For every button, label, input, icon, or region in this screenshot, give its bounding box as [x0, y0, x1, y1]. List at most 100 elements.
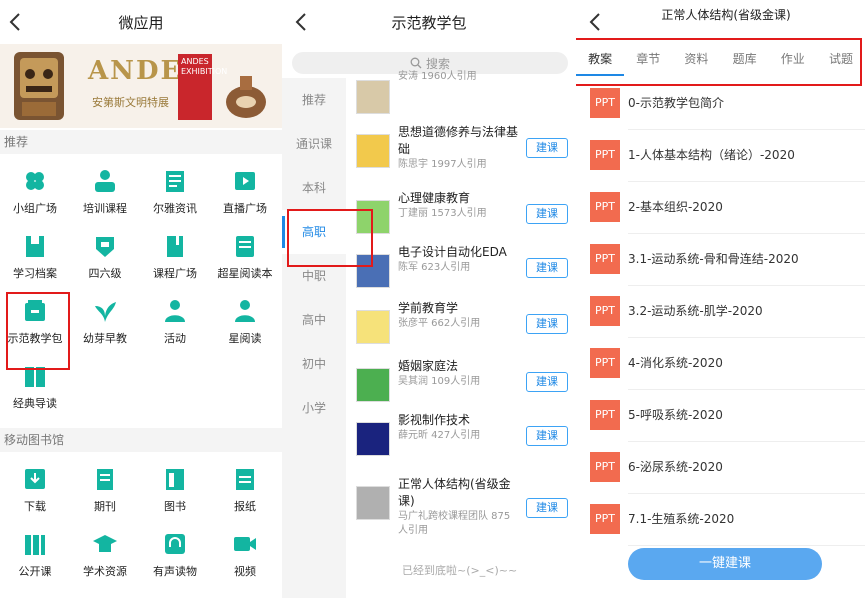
- category-item[interactable]: 高中: [282, 298, 346, 342]
- file-row[interactable]: PPT 3.2-运动系统-肌学-2020: [576, 286, 865, 338]
- reader-icon: [232, 233, 258, 259]
- app-sprout[interactable]: 幼芽早教: [70, 298, 140, 354]
- file-row[interactable]: PPT 6-泌尿系统-2020: [576, 442, 865, 494]
- app-news[interactable]: 尔雅资讯: [140, 168, 210, 224]
- course-meta: 吴其润 109人引用: [398, 376, 481, 387]
- app-label: 经典导读: [13, 397, 57, 410]
- sprout-icon: [92, 298, 118, 324]
- course-item[interactable]: 正常人体结构(省级金课) 马广礼跨校课程团队 875人引用 建课: [356, 476, 576, 536]
- file-name: 6-泌尿系统-2020: [628, 460, 723, 474]
- tab-item[interactable]: 作业: [769, 44, 817, 76]
- course-item[interactable]: 电子设计自动化EDA 陈军 623人引用 建课: [356, 244, 576, 300]
- teaching-package-panel: 示范教学包 搜索 推荐 通识课 本科 高职 中职 高中 初中 小学 安涛 1960人引用 思想道…: [282, 0, 576, 598]
- app-label: 公开课: [18, 565, 52, 578]
- app-reader[interactable]: 超星阅读本: [210, 233, 280, 289]
- app-label: 图书: [164, 500, 186, 513]
- app-label: 报纸: [234, 500, 256, 513]
- create-course-button[interactable]: 建课: [526, 258, 568, 278]
- teaching-package-header: 示范教学包: [282, 0, 576, 44]
- mask-image-icon: [14, 52, 64, 120]
- app-newspaper[interactable]: 报纸: [210, 466, 280, 522]
- file-name: 7.1-生殖系统-2020: [628, 512, 735, 526]
- app-label: 期刊: [94, 500, 116, 513]
- course-item[interactable]: 思想道德修养与法律基础 陈思宇 1997人引用 建课: [356, 124, 576, 180]
- app-book[interactable]: 课程广场: [140, 233, 210, 289]
- exhibition-banner[interactable]: ANDES 安第斯文明特展 ANDES EXHIBITION: [0, 44, 282, 128]
- play-icon: [232, 168, 258, 194]
- file-row[interactable]: PPT 2-基本组织-2020: [576, 182, 865, 234]
- app-books[interactable]: 图书: [140, 466, 210, 522]
- news-icon: [162, 168, 188, 194]
- ppt-icon: PPT: [590, 452, 620, 482]
- one-click-create-button[interactable]: 一键建课: [628, 548, 822, 580]
- app-people[interactable]: 活动: [140, 298, 210, 354]
- category-item[interactable]: 推荐: [282, 78, 346, 122]
- file-row[interactable]: PPT 4-消化系统-2020: [576, 338, 865, 390]
- create-course-button[interactable]: 建课: [526, 498, 568, 518]
- course-item[interactable]: 婚姻家庭法 吴其润 109人引用 建课: [356, 358, 576, 414]
- app-star-reading[interactable]: 星阅读: [210, 298, 280, 354]
- create-course-button[interactable]: 建课: [526, 426, 568, 446]
- create-course-button[interactable]: 建课: [526, 204, 568, 224]
- category-item[interactable]: 高职: [282, 210, 346, 254]
- file-name: 2-基本组织-2020: [628, 200, 723, 214]
- tab-item[interactable]: 题库: [721, 44, 769, 76]
- app-label: 超星阅读本: [217, 267, 273, 280]
- ppt-icon: PPT: [590, 88, 620, 118]
- open-course-icon: [22, 531, 48, 557]
- app-classic-book[interactable]: 经典导读: [0, 363, 70, 419]
- app-clover[interactable]: 小组广场: [0, 168, 70, 224]
- course-text: 学前教育学 张彦平 662人引用: [398, 300, 518, 331]
- file-name: 4-消化系统-2020: [628, 356, 723, 370]
- back-icon[interactable]: [290, 8, 314, 36]
- file-row[interactable]: PPT 1-人体基本结构（绪论）-2020: [576, 130, 865, 182]
- app-teacher[interactable]: 培训课程: [70, 168, 140, 224]
- create-course-button[interactable]: 建课: [526, 314, 568, 334]
- tab-item[interactable]: 资料: [672, 44, 720, 76]
- file-row[interactable]: PPT 3.1-运动系统-骨和骨连结-2020: [576, 234, 865, 286]
- app-label: 小组广场: [13, 202, 57, 215]
- back-icon[interactable]: [584, 8, 608, 36]
- file-name: 0-示范教学包简介: [628, 96, 724, 110]
- banner-subtitle: 安第斯文明特展: [92, 96, 169, 109]
- create-course-button[interactable]: 建课: [526, 138, 568, 158]
- tab-item[interactable]: 章节: [624, 44, 672, 76]
- course-item[interactable]: 心理健康教育 丁建丽 1573人引用 建课: [356, 190, 576, 246]
- app-mortarboard[interactable]: 学术资源: [70, 531, 140, 587]
- app-play[interactable]: 直播广场: [210, 168, 280, 224]
- ppt-icon: PPT: [590, 504, 620, 534]
- file-row[interactable]: PPT 5-呼吸系统-2020: [576, 390, 865, 442]
- course-item[interactable]: 影视制作技术 薛元昕 427人引用 建课: [356, 412, 576, 468]
- app-folder[interactable]: 学习档案: [0, 233, 70, 289]
- category-item[interactable]: 初中: [282, 342, 346, 386]
- category-item[interactable]: 通识课: [282, 122, 346, 166]
- app-journal[interactable]: 期刊: [70, 466, 140, 522]
- course-item[interactable]: 安涛 1960人引用: [356, 70, 576, 126]
- file-name: 1-人体基本结构（绪论）-2020: [628, 148, 795, 162]
- course-list: 安涛 1960人引用 思想道德修养与法律基础 陈思宇 1997人引用 建课 心理健康教育…: [346, 71, 576, 598]
- mortarboard-icon: [92, 531, 118, 557]
- create-course-button[interactable]: 建课: [526, 372, 568, 392]
- app-video[interactable]: 视频: [210, 531, 280, 587]
- category-item[interactable]: 小学: [282, 386, 346, 430]
- app-open-course[interactable]: 公开课: [0, 531, 70, 587]
- file-row[interactable]: PPT 7.1-生殖系统-2020: [576, 494, 865, 546]
- app-shield[interactable]: 四六级: [70, 233, 140, 289]
- app-download[interactable]: 下载: [0, 466, 70, 522]
- ppt-icon: PPT: [590, 140, 620, 170]
- clover-icon: [22, 168, 48, 194]
- app-label: 学习档案: [13, 267, 57, 280]
- category-item[interactable]: 中职: [282, 254, 346, 298]
- file-name: 3.2-运动系统-肌学-2020: [628, 304, 763, 318]
- app-label: 示范教学包: [7, 332, 63, 345]
- file-row[interactable]: PPT 0-示范教学包简介: [576, 78, 865, 130]
- app-headphones[interactable]: 有声读物: [140, 531, 210, 587]
- download-icon: [22, 466, 48, 492]
- back-icon[interactable]: [4, 8, 28, 36]
- app-package[interactable]: 示范教学包: [0, 298, 70, 354]
- category-item[interactable]: 本科: [282, 166, 346, 210]
- tab-item[interactable]: 试题: [817, 44, 865, 76]
- people-icon: [162, 298, 188, 324]
- course-item[interactable]: 学前教育学 张彦平 662人引用 建课: [356, 300, 576, 356]
- tab-item[interactable]: 教案: [576, 44, 625, 76]
